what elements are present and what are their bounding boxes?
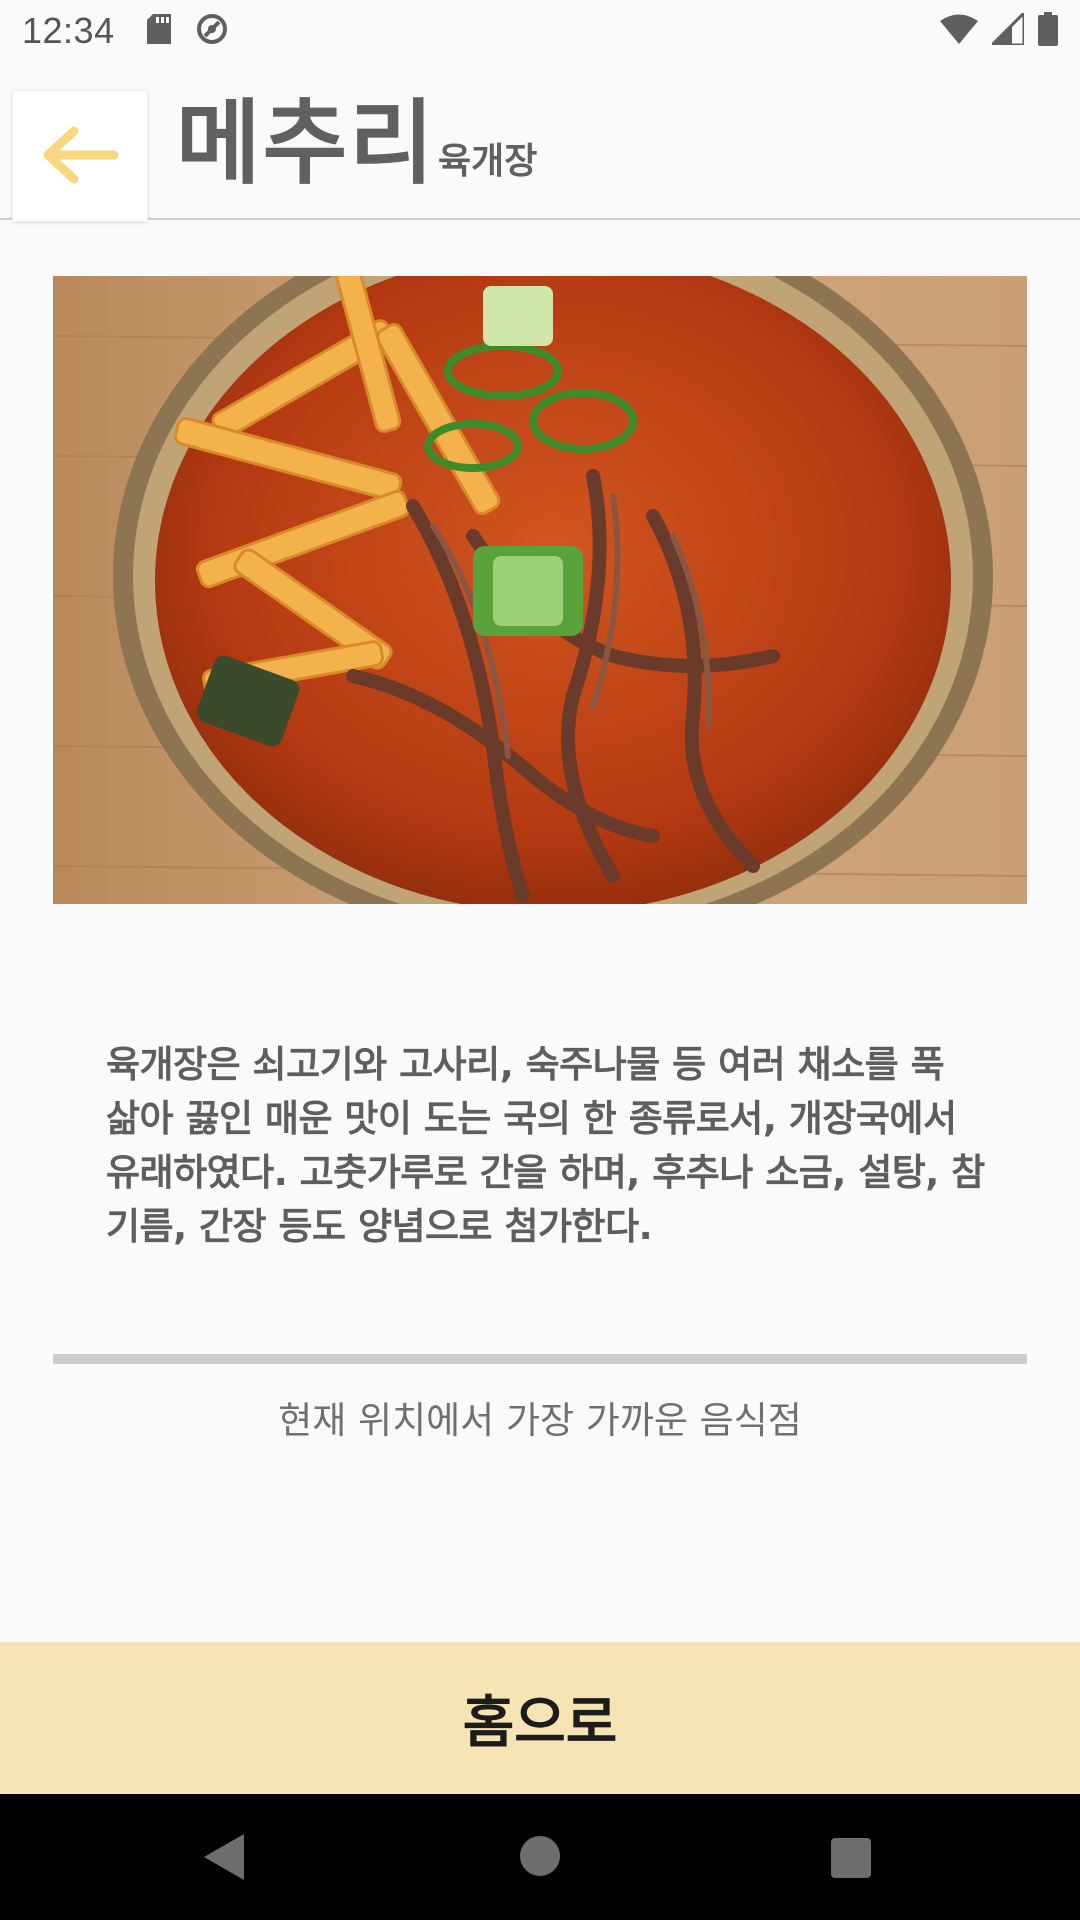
divider xyxy=(53,1354,1027,1364)
wifi-icon xyxy=(940,14,978,48)
app-header: 메추리 육개장 xyxy=(0,62,1080,222)
food-name: 육개장 xyxy=(438,141,538,182)
data-saver-icon xyxy=(195,12,229,50)
home-button-label: 홈으로 xyxy=(462,1690,618,1754)
app-title: 메추리 xyxy=(176,90,436,197)
nearest-restaurant-label: 현재 위치에서 가장 가까운 음식점 xyxy=(278,1399,802,1442)
cell-signal-icon xyxy=(988,9,1026,49)
nav-home-icon[interactable] xyxy=(520,1836,560,1876)
nav-recents-icon[interactable] xyxy=(831,1838,871,1878)
status-bar: 12:34 xyxy=(0,0,1080,62)
food-description: 육개장은 쇠고기와 고사리, 숙주나물 등 여러 채소를 푹 삶아 끓인 매운 … xyxy=(106,1043,985,1248)
system-nav-bar xyxy=(0,1794,1080,1920)
arrow-left-icon xyxy=(40,125,120,188)
sd-card-icon xyxy=(146,14,173,48)
battery-icon xyxy=(1038,12,1058,50)
status-time: 12:34 xyxy=(22,10,115,51)
home-button[interactable]: 홈으로 xyxy=(0,1642,1080,1794)
back-button[interactable] xyxy=(12,90,148,222)
nav-back-icon[interactable] xyxy=(204,1834,244,1884)
food-photo xyxy=(53,276,1027,904)
